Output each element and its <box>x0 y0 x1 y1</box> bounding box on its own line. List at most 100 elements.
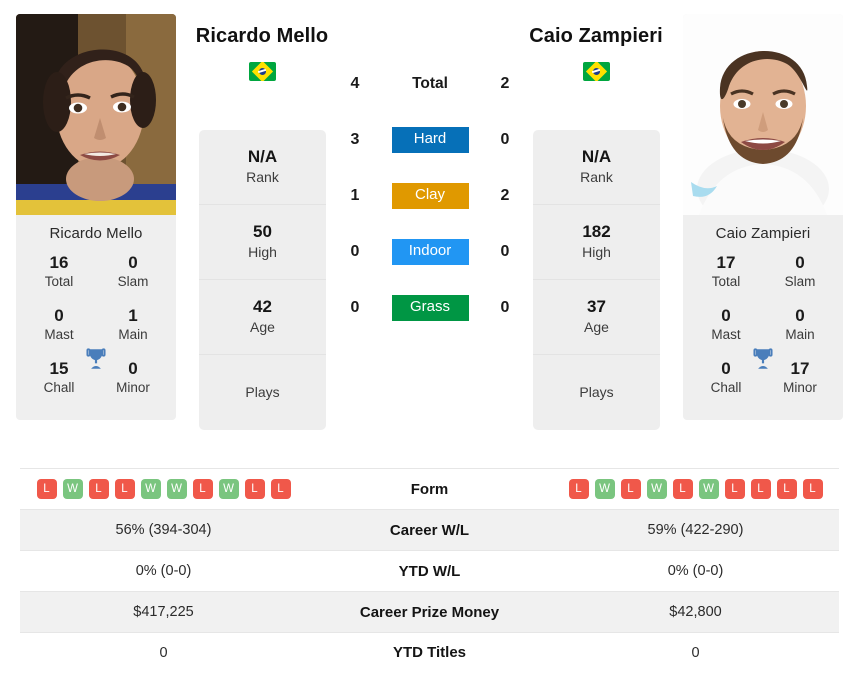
h2h-right-score: 0 <box>500 131 510 148</box>
titles-mast-value: 0 <box>721 305 731 325</box>
form-badge-loss: L <box>750 479 771 499</box>
info-age-label: Age <box>250 319 275 336</box>
titles-minor-left: 0 Minor <box>104 358 162 397</box>
info-high-label: High <box>248 244 277 261</box>
titles-main-value: 0 <box>795 305 805 325</box>
player-photo-name-left: Ricardo Mello <box>49 225 143 242</box>
h2h-row-hard: 3 Hard 0 <box>340 112 520 168</box>
titles-mast-left: 0 Mast <box>30 305 88 344</box>
info-high-value: 50 <box>253 222 272 242</box>
info-rank-value: N/A <box>247 147 278 167</box>
titles-minor-right: 17 Minor <box>771 358 829 397</box>
h2h-right-score: 0 <box>500 299 510 316</box>
h2h-row-indoor: 0 Indoor 0 <box>340 224 520 280</box>
player-info-column-left: N/A Rank 50 High 42 Age Plays <box>199 130 326 430</box>
player-comparison-page: Ricardo Mello 16 Total 0 Slam 0 Mast 1 M… <box>0 0 859 681</box>
trophy-icon <box>753 348 773 369</box>
info-age-right: 37 Age <box>533 280 660 355</box>
surface-badge-grass[interactable]: Grass <box>391 295 469 321</box>
h2h-right-score: 2 <box>500 187 510 204</box>
h2h-row-clay: 1 Clay 2 <box>340 168 520 224</box>
surface-badge-clay[interactable]: Clay <box>391 183 469 209</box>
h2h-surface-cell: Total <box>370 71 490 97</box>
h2h-left-score: 0 <box>350 243 360 260</box>
trophy-icon <box>86 348 106 369</box>
titles-main-label: Main <box>118 327 148 343</box>
form-badge-loss: L <box>270 479 291 499</box>
form-badge-loss: L <box>568 479 589 499</box>
table-row-ytd-wl: 0% (0-0) YTD W/L 0% (0-0) <box>20 550 839 591</box>
stats-table: LWLLWWLWLL Form LWLWLWLLLL 56% (394-304)… <box>20 468 839 673</box>
player-photo-name-right: Caio Zampieri <box>715 225 811 242</box>
info-high-value: 182 <box>582 222 611 242</box>
titles-slam-right: 0 Slam <box>771 252 829 291</box>
surface-badge-indoor[interactable]: Indoor <box>391 239 469 265</box>
form-badge-win: W <box>646 479 667 499</box>
info-rank-label: Rank <box>580 169 613 186</box>
titles-minor-value: 17 <box>790 358 810 378</box>
titles-total-label: Total <box>711 274 741 290</box>
titles-slam-left: 0 Slam <box>104 252 162 291</box>
career-wl-right: 59% (422-290) <box>647 522 744 538</box>
ytd-titles-left: 0 <box>159 644 168 661</box>
titles-total-right: 17 Total <box>697 252 755 291</box>
titles-slam-label: Slam <box>117 274 149 290</box>
form-badge-loss: L <box>114 479 135 499</box>
titles-slam-value: 0 <box>128 253 138 272</box>
comparison-header-area: Ricardo Mello 16 Total 0 Slam 0 Mast 1 M… <box>0 0 859 462</box>
career-prize-left: $417,225 <box>133 604 194 620</box>
h2h-row-total: 4 Total 2 <box>340 56 520 112</box>
info-rank-right: N/A Rank <box>533 130 660 205</box>
ytd-titles-right: 0 <box>691 644 700 661</box>
h2h-right-score: 2 <box>500 75 510 92</box>
titles-row-total-slam: 16 Total 0 Slam <box>26 250 166 303</box>
career-wl-label: Career W/L <box>389 521 470 539</box>
info-plays-label: Plays <box>579 383 614 400</box>
titles-chall-label: Chall <box>43 379 75 395</box>
info-rank-label: Rank <box>246 169 279 186</box>
info-high-left: 50 High <box>199 205 326 280</box>
form-badge-win: W <box>698 479 719 499</box>
titles-main-label: Main <box>785 327 815 343</box>
ytd-titles-label: YTD Titles <box>392 644 467 661</box>
form-badge-win: W <box>166 479 187 499</box>
titles-mast-value: 0 <box>54 305 64 325</box>
info-age-label: Age <box>584 319 609 336</box>
surface-badge-hard[interactable]: Hard <box>391 127 469 153</box>
info-rank-left: N/A Rank <box>199 130 326 205</box>
h2h-surface-cell: Indoor <box>370 239 490 265</box>
form-badge-loss: L <box>672 479 693 499</box>
surface-badge-total: Total <box>412 74 448 92</box>
titles-minor-label: Minor <box>116 379 150 395</box>
form-label: Form <box>410 480 449 498</box>
titles-total-value: 17 <box>716 253 736 272</box>
player-name-right: Caio Zampieri <box>529 25 663 47</box>
form-badge-loss: L <box>724 479 745 499</box>
h2h-surface-cell: Grass <box>370 295 490 321</box>
form-badge-win: W <box>594 479 615 499</box>
titles-chall-value: 0 <box>721 358 731 378</box>
form-badge-loss: L <box>244 479 265 499</box>
titles-total-label: Total <box>44 274 74 290</box>
h2h-surface-cell: Hard <box>370 127 490 153</box>
ytd-wl-label: YTD W/L <box>398 562 461 580</box>
info-high-label: High <box>582 244 611 261</box>
ytd-wl-right: 0% (0-0) <box>667 563 724 579</box>
titles-main-right: 0 Main <box>771 305 829 344</box>
titles-slam-value: 0 <box>795 253 805 272</box>
h2h-left-score: 0 <box>350 299 360 316</box>
h2h-left-score: 4 <box>350 75 360 92</box>
career-wl-left: 56% (394-304) <box>115 522 212 538</box>
titles-chall-right: 0 Chall <box>697 358 755 397</box>
head-to-head-column: 4 Total 2 3 Hard 0 1 Clay 2 0 Indoor 0 0 Grass 0 <box>340 56 520 336</box>
h2h-left-score: 1 <box>350 187 360 204</box>
form-badge-loss: L <box>620 479 641 499</box>
titles-slam-label: Slam <box>784 274 816 290</box>
table-row-career-wl: 56% (394-304) Career W/L 59% (422-290) <box>20 509 839 550</box>
h2h-surface-cell: Clay <box>370 183 490 209</box>
table-row-ytd-titles: 0 YTD Titles 0 <box>20 632 839 673</box>
h2h-row-grass: 0 Grass 0 <box>340 280 520 336</box>
h2h-left-score: 3 <box>350 131 360 148</box>
form-badge-win: W <box>140 479 161 499</box>
form-badge-win: W <box>62 479 83 499</box>
